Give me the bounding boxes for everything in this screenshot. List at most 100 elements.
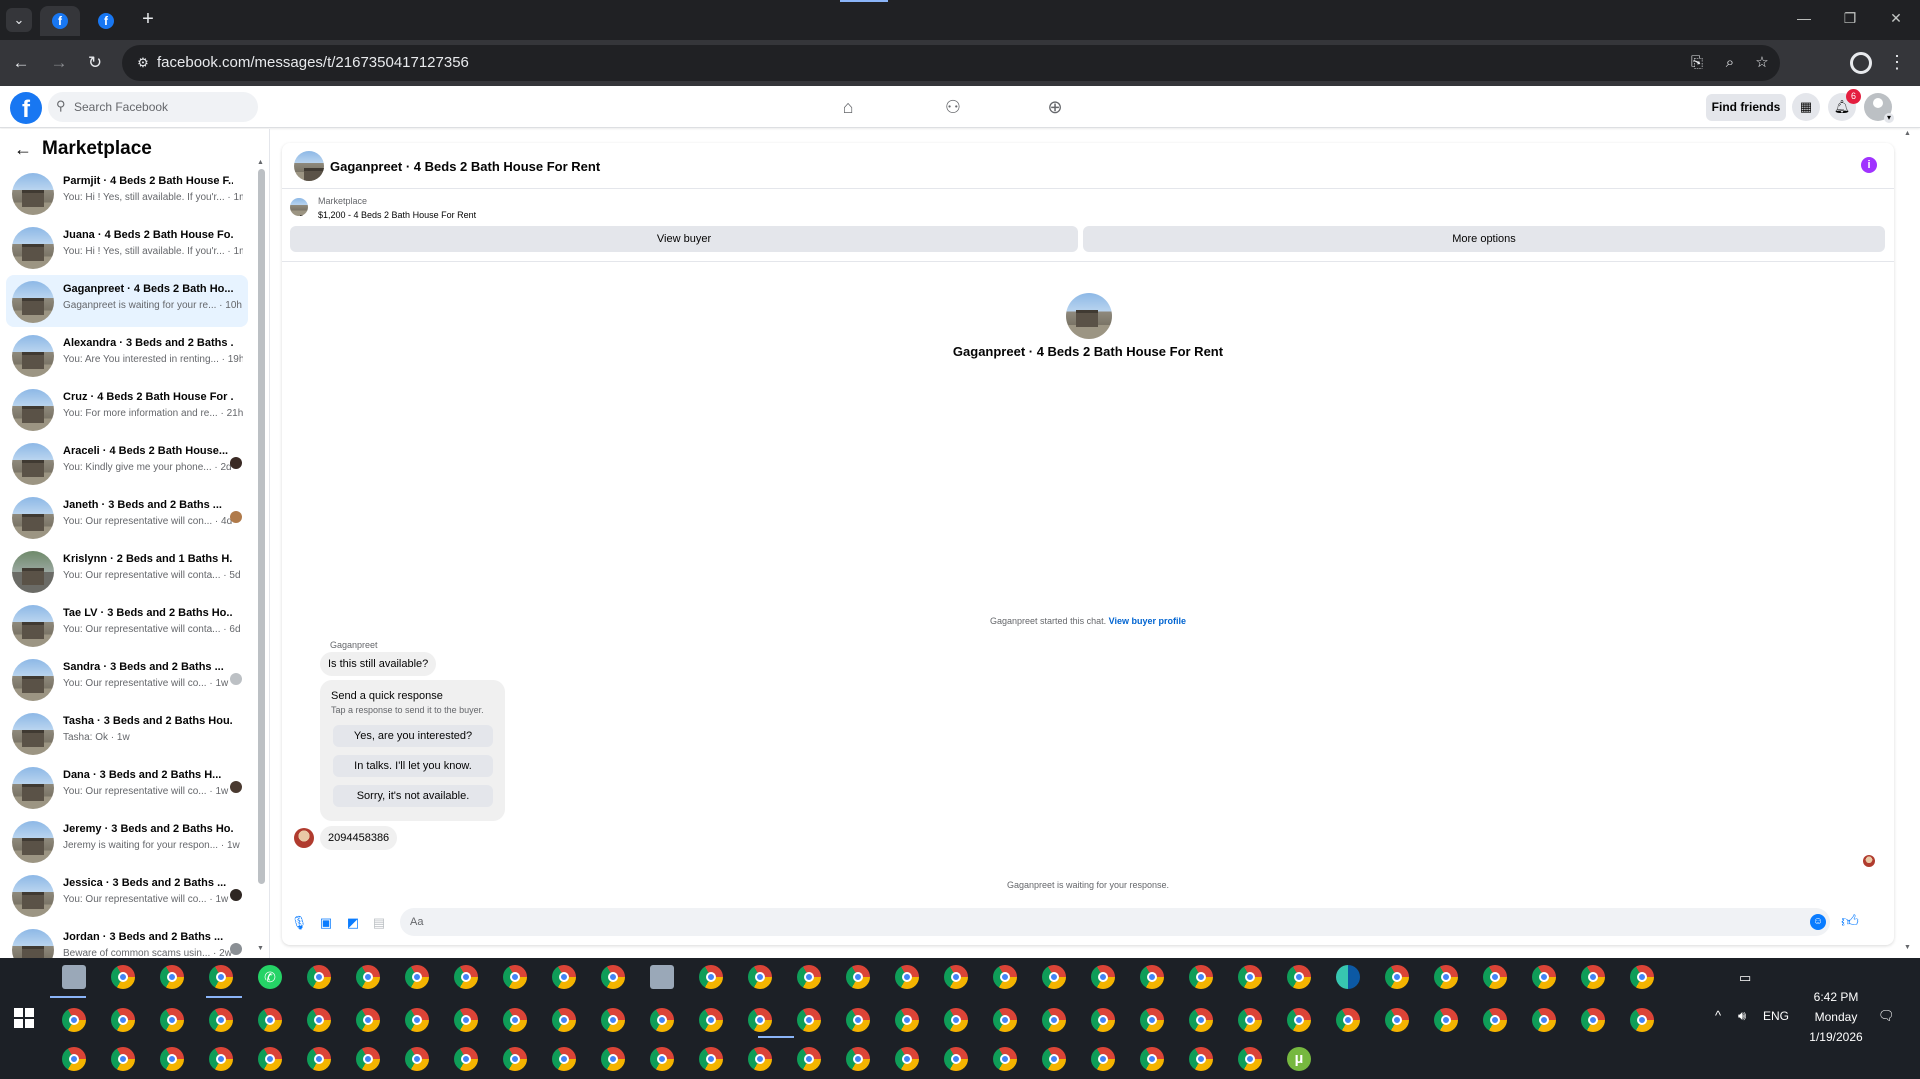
chrome-app-icon[interactable] bbox=[160, 1047, 184, 1071]
chrome-app-icon[interactable] bbox=[895, 965, 919, 989]
conversation-item[interactable]: Sandra · 3 Beds and 2 Baths ... You: Our… bbox=[6, 653, 248, 705]
forward-arrow-icon[interactable]: → bbox=[48, 52, 70, 74]
quick-response-yes-button[interactable]: Yes, are you interested? bbox=[333, 725, 493, 747]
chrome-app-icon[interactable] bbox=[160, 1008, 184, 1032]
chrome-app-icon[interactable] bbox=[748, 1008, 772, 1032]
emoji-icon[interactable]: ☺ bbox=[1810, 914, 1826, 930]
whatsapp-app-icon[interactable] bbox=[258, 965, 282, 989]
zoom-icon[interactable]: ⌕ bbox=[1720, 53, 1740, 73]
listing-price-title[interactable]: $1,200 - 4 Beds 2 Bath House For Rent bbox=[318, 210, 476, 220]
chrome-app-icon[interactable] bbox=[1189, 1047, 1213, 1071]
browser-tab-facebook[interactable]: f bbox=[86, 6, 126, 36]
chrome-app-icon[interactable] bbox=[160, 965, 184, 989]
chrome-app-icon[interactable] bbox=[503, 1008, 527, 1032]
volume-icon[interactable]: 🔊︎ bbox=[1738, 1008, 1746, 1024]
home-icon[interactable]: ⌂ bbox=[837, 96, 859, 118]
tab-search-button[interactable]: ⌄ bbox=[6, 8, 32, 32]
chrome-app-icon[interactable] bbox=[454, 1047, 478, 1071]
conversation-item[interactable]: Alexandra · 3 Beds and 2 Baths ... You: … bbox=[6, 329, 248, 381]
chrome-app-icon[interactable] bbox=[1532, 1008, 1556, 1032]
chrome-app-icon[interactable] bbox=[846, 1008, 870, 1032]
chrome-app-icon[interactable] bbox=[209, 1047, 233, 1071]
conversation-item-selected[interactable]: Gaganpreet · 4 Beds 2 Bath Ho... Gaganpr… bbox=[6, 275, 248, 327]
chrome-app-icon[interactable] bbox=[748, 1047, 772, 1071]
conversation-item[interactable]: Tasha · 3 Beds and 2 Baths Hou... Tasha:… bbox=[6, 707, 248, 759]
chrome-app-icon[interactable] bbox=[944, 965, 968, 989]
chrome-app-icon[interactable] bbox=[1042, 1008, 1066, 1032]
conversation-item[interactable]: Juana · 4 Beds 2 Bath House Fo... You: H… bbox=[6, 221, 248, 273]
microphone-icon[interactable]: 🎙︎ bbox=[290, 914, 308, 932]
chrome-app-icon[interactable] bbox=[405, 965, 429, 989]
conversation-item[interactable]: Cruz · 4 Beds 2 Bath House For ... You: … bbox=[6, 383, 248, 435]
chrome-app-icon[interactable] bbox=[307, 1047, 331, 1071]
conversation-item[interactable]: Parmjit · 4 Beds 2 Bath House F... You: … bbox=[6, 167, 248, 219]
reload-icon[interactable]: ↻ bbox=[84, 52, 106, 74]
chrome-app-icon[interactable] bbox=[944, 1047, 968, 1071]
chrome-app-icon[interactable] bbox=[1483, 1008, 1507, 1032]
sidebar-scrollbar[interactable] bbox=[258, 169, 265, 884]
chrome-app-icon[interactable] bbox=[209, 1008, 233, 1032]
minimize-icon[interactable]: — bbox=[1794, 10, 1814, 26]
chrome-app-icon[interactable] bbox=[111, 1047, 135, 1071]
clock-day[interactable]: Monday bbox=[1794, 1010, 1878, 1024]
chrome-app-icon[interactable] bbox=[1287, 1008, 1311, 1032]
back-arrow-icon[interactable]: ← bbox=[14, 139, 34, 159]
back-arrow-icon[interactable]: ← bbox=[10, 52, 32, 74]
chrome-app-icon[interactable] bbox=[1434, 1008, 1458, 1032]
document-app-icon[interactable] bbox=[650, 965, 674, 989]
chrome-app-icon[interactable] bbox=[454, 965, 478, 989]
edge-app-icon[interactable] bbox=[1336, 965, 1360, 989]
chrome-app-icon[interactable] bbox=[1189, 1008, 1213, 1032]
chrome-app-icon[interactable] bbox=[601, 1047, 625, 1071]
address-bar[interactable]: ⚙ facebook.com/messages/t/21673504171273… bbox=[122, 45, 1780, 81]
chrome-app-icon[interactable] bbox=[650, 1008, 674, 1032]
chrome-app-icon[interactable] bbox=[895, 1008, 919, 1032]
facebook-search-input[interactable]: ⚲ Search Facebook bbox=[48, 92, 258, 122]
view-buyer-button[interactable]: View buyer bbox=[290, 226, 1078, 252]
find-friends-button[interactable]: Find friends bbox=[1706, 94, 1786, 121]
page-scroll-up-icon[interactable]: ▲ bbox=[1904, 130, 1911, 137]
info-icon[interactable]: i bbox=[1861, 157, 1877, 173]
chrome-app-icon[interactable] bbox=[748, 965, 772, 989]
photo-icon[interactable]: ▣ bbox=[317, 914, 335, 932]
chrome-app-icon[interactable] bbox=[307, 1008, 331, 1032]
chrome-app-icon[interactable] bbox=[1483, 965, 1507, 989]
chrome-app-icon[interactable] bbox=[699, 1008, 723, 1032]
chrome-app-icon[interactable] bbox=[62, 1008, 86, 1032]
chrome-app-icon[interactable] bbox=[1385, 1008, 1409, 1032]
chrome-app-icon[interactable] bbox=[1238, 1047, 1262, 1071]
notes-icon[interactable]: ▭ bbox=[1739, 970, 1751, 986]
sticker-icon[interactable]: ◩ bbox=[344, 914, 362, 932]
chrome-app-icon[interactable] bbox=[356, 965, 380, 989]
conversation-item[interactable]: Jeremy · 3 Beds and 2 Baths Ho... Jeremy… bbox=[6, 815, 248, 867]
url-text[interactable]: facebook.com/messages/t/2167350417127356 bbox=[157, 54, 469, 71]
chrome-app-icon[interactable] bbox=[307, 965, 331, 989]
chrome-app-icon[interactable] bbox=[209, 965, 233, 989]
chrome-app-icon[interactable] bbox=[601, 965, 625, 989]
chrome-app-icon[interactable] bbox=[1140, 965, 1164, 989]
language-indicator[interactable]: ENG bbox=[1758, 1009, 1794, 1023]
scroll-down-icon[interactable]: ▼ bbox=[257, 945, 264, 952]
chrome-app-icon[interactable] bbox=[993, 1047, 1017, 1071]
chrome-app-icon[interactable] bbox=[797, 965, 821, 989]
listing-thumbnail[interactable] bbox=[294, 151, 324, 181]
notification-center-icon[interactable]: 🗨︎ bbox=[1878, 1008, 1895, 1024]
chrome-app-icon[interactable] bbox=[1140, 1008, 1164, 1032]
chrome-app-icon[interactable] bbox=[1091, 965, 1115, 989]
chrome-app-icon[interactable] bbox=[895, 1047, 919, 1071]
chrome-app-icon[interactable] bbox=[454, 1008, 478, 1032]
browser-menu-icon[interactable]: ⋮ bbox=[1888, 52, 1906, 74]
chrome-app-icon[interactable] bbox=[1287, 965, 1311, 989]
chrome-app-icon[interactable] bbox=[405, 1008, 429, 1032]
chrome-app-icon[interactable] bbox=[699, 965, 723, 989]
chrome-app-icon[interactable] bbox=[1042, 965, 1066, 989]
clock-time[interactable]: 6:42 PM bbox=[1794, 990, 1878, 1004]
buyer-avatar[interactable] bbox=[294, 828, 314, 848]
conversation-item[interactable]: Araceli · 4 Beds 2 Bath House... You: Ki… bbox=[6, 437, 248, 489]
quick-response-not-available-button[interactable]: Sorry, it's not available. bbox=[333, 785, 493, 807]
more-options-button[interactable]: More options bbox=[1083, 226, 1885, 252]
page-scroll-down-icon[interactable]: ▼ bbox=[1904, 944, 1911, 951]
chrome-app-icon[interactable] bbox=[1091, 1047, 1115, 1071]
chrome-app-icon[interactable] bbox=[1140, 1047, 1164, 1071]
chrome-app-icon[interactable] bbox=[601, 1008, 625, 1032]
